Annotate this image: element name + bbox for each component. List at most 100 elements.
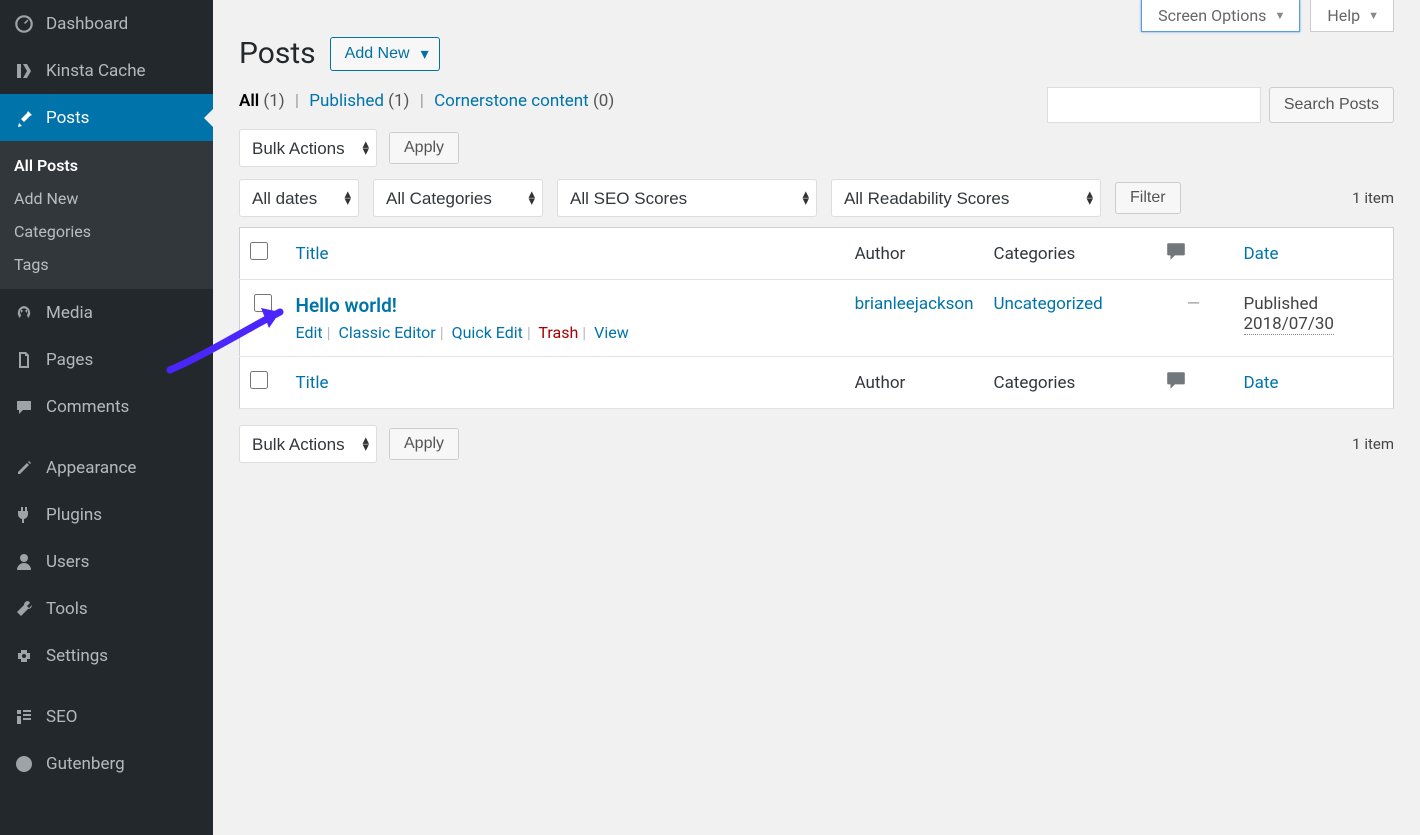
sidebar-label: Dashboard: [46, 14, 128, 34]
pin-icon: [12, 108, 36, 128]
row-category-link[interactable]: Uncategorized: [994, 294, 1103, 314]
col-date-sort-foot[interactable]: Date: [1244, 373, 1279, 393]
bulk-apply-bottom-button[interactable]: Apply: [389, 428, 459, 460]
appearance-icon: [12, 458, 36, 478]
items-count-top: 1 item: [1352, 189, 1394, 207]
col-author-footer: Author: [845, 357, 984, 409]
sidebar-label: Media: [46, 303, 93, 323]
filter-cornerstone-count: (0): [593, 91, 614, 111]
bulk-apply-top-button[interactable]: Apply: [389, 132, 459, 164]
filter-cornerstone-link[interactable]: Cornerstone content: [434, 91, 589, 111]
admin-sidebar: Dashboard Kinsta Cache Posts All Posts A…: [0, 0, 213, 835]
filters-row: All dates ▴▾ All Categories ▴▾ All SEO S…: [239, 179, 1394, 217]
row-date-status: Published: [1244, 294, 1319, 314]
select-all-checkbox-top[interactable]: [250, 242, 268, 260]
caret-down-icon: ▼: [1274, 9, 1285, 22]
filter-published-link[interactable]: Published: [309, 91, 384, 111]
sidebar-item-kinsta-cache[interactable]: Kinsta Cache: [0, 47, 213, 94]
filter-all-link[interactable]: All: [239, 91, 259, 111]
bulk-actions-select-bottom[interactable]: Bulk Actions: [239, 425, 377, 463]
category-filter-select[interactable]: All Categories: [373, 179, 543, 217]
sidebar-item-users[interactable]: Users: [0, 538, 213, 585]
sidebar-label: Settings: [46, 646, 108, 666]
caret-down-icon: ▾: [421, 46, 429, 63]
page-title: Posts: [239, 36, 316, 71]
select-row-checkbox[interactable]: [254, 294, 272, 312]
col-title-sort-foot[interactable]: Title: [296, 373, 329, 393]
screen-options-label: Screen Options: [1158, 6, 1266, 25]
row-action-view[interactable]: View: [594, 323, 629, 342]
sidebar-label: Users: [46, 552, 89, 572]
tablenav-bottom: Bulk Actions ▴▾ Apply 1 item: [239, 425, 1394, 463]
sidebar-label: Plugins: [46, 505, 102, 525]
media-icon: [12, 303, 36, 323]
items-count-bottom: 1 item: [1352, 435, 1394, 453]
page-heading-row: Posts Add New ▾: [239, 36, 1394, 71]
add-new-dropdown-toggle[interactable]: ▾: [411, 37, 440, 71]
row-action-trash[interactable]: Trash: [538, 323, 578, 342]
sidebar-label: Tools: [46, 599, 88, 619]
pages-icon: [12, 350, 36, 370]
sidebar-item-settings[interactable]: Settings: [0, 632, 213, 679]
comment-bubble-icon: [1164, 369, 1188, 396]
sidebar-label: Gutenberg: [46, 754, 125, 774]
kinsta-icon: [12, 61, 36, 81]
sidebar-item-pages[interactable]: Pages: [0, 336, 213, 383]
comments-icon: [12, 397, 36, 417]
plugins-icon: [12, 505, 36, 525]
submenu-categories[interactable]: Categories: [0, 215, 213, 248]
sidebar-item-gutenberg[interactable]: Gutenberg: [0, 740, 213, 787]
submenu-all-posts[interactable]: All Posts: [0, 149, 213, 182]
add-new-group: Add New ▾: [330, 37, 440, 71]
sidebar-label: Posts: [46, 108, 89, 128]
col-comments-header[interactable]: [1154, 228, 1234, 280]
users-icon: [12, 552, 36, 572]
screen-meta-links: Screen Options ▼ Help ▼: [239, 0, 1394, 32]
col-categories-header: Categories: [984, 228, 1154, 280]
seo-score-filter-select[interactable]: All SEO Scores: [557, 179, 817, 217]
col-date-sort[interactable]: Date: [1244, 244, 1279, 264]
dashboard-icon: [12, 13, 36, 35]
caret-down-icon: ▼: [1368, 9, 1379, 22]
tablenav-top: Bulk Actions ▴▾ Apply: [239, 129, 1394, 167]
sidebar-item-media[interactable]: Media: [0, 289, 213, 336]
help-label: Help: [1327, 6, 1360, 25]
sidebar-item-posts[interactable]: Posts: [0, 94, 213, 141]
sidebar-item-plugins[interactable]: Plugins: [0, 491, 213, 538]
search-posts-button[interactable]: Search Posts: [1269, 87, 1394, 123]
row-date-value: 2018/07/30: [1244, 314, 1334, 335]
sidebar-item-comments[interactable]: Comments: [0, 383, 213, 430]
comment-bubble-icon: [1164, 240, 1188, 267]
settings-icon: [12, 646, 36, 666]
sidebar-separator: [0, 430, 213, 444]
content-area: Screen Options ▼ Help ▼ Posts Add New ▾ …: [213, 0, 1420, 835]
posts-table: Title Author Categories Date Hello world…: [239, 227, 1394, 409]
sidebar-label: Kinsta Cache: [46, 61, 146, 81]
select-all-checkbox-bottom[interactable]: [250, 371, 268, 389]
row-action-classic-editor[interactable]: Classic Editor: [338, 323, 435, 342]
search-posts-input[interactable]: [1047, 87, 1261, 123]
row-comments-value: —: [1187, 294, 1200, 314]
help-toggle[interactable]: Help ▼: [1310, 0, 1394, 32]
sidebar-item-dashboard[interactable]: Dashboard: [0, 0, 213, 47]
row-action-edit[interactable]: Edit: [296, 323, 323, 342]
col-title-sort[interactable]: Title: [296, 244, 329, 264]
post-title-link[interactable]: Hello world!: [296, 294, 397, 317]
sidebar-item-seo[interactable]: SEO: [0, 693, 213, 740]
sidebar-item-appearance[interactable]: Appearance: [0, 444, 213, 491]
filter-all-count: (1): [263, 91, 284, 111]
bulk-actions-select-top[interactable]: Bulk Actions: [239, 129, 377, 167]
col-comments-footer[interactable]: [1154, 357, 1234, 409]
filter-button[interactable]: Filter: [1115, 182, 1181, 214]
sidebar-separator: [0, 679, 213, 693]
date-filter-select[interactable]: All dates: [239, 179, 359, 217]
tools-icon: [12, 599, 36, 619]
submenu-add-new[interactable]: Add New: [0, 182, 213, 215]
submenu-tags[interactable]: Tags: [0, 248, 213, 281]
row-author-link[interactable]: brianleejackson: [855, 294, 974, 314]
screen-options-toggle[interactable]: Screen Options ▼: [1141, 0, 1300, 32]
readability-filter-select[interactable]: All Readability Scores: [831, 179, 1101, 217]
sidebar-item-tools[interactable]: Tools: [0, 585, 213, 632]
row-action-quick-edit[interactable]: Quick Edit: [452, 323, 523, 342]
sidebar-label: Pages: [46, 350, 93, 370]
